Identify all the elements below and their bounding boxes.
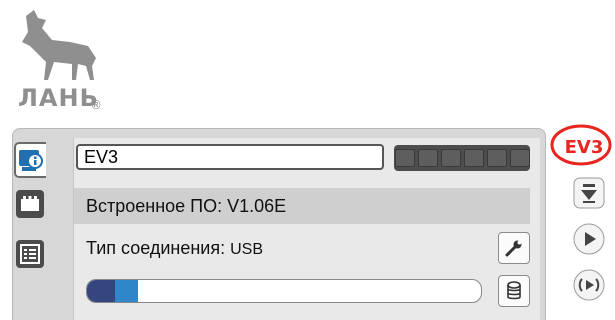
download-button[interactable] [572,176,606,210]
memory-used-fill [87,280,115,302]
wireless-setup-button[interactable] [498,232,530,264]
connection-type: Тип соединения: USB [74,228,530,268]
memory-usage-bar [86,279,482,303]
registered-mark: ® [90,98,102,112]
list-icon [20,244,40,264]
connection-label: Тип соединения: [86,238,226,258]
memory-browser-button[interactable] [498,275,530,307]
memory-used-fill-secondary [115,280,138,302]
logo-text: ЛАНЬ [18,84,99,112]
run-button[interactable] [572,222,606,256]
info-icon [19,150,43,171]
battery-cell [394,149,415,167]
battery-cell [463,149,484,167]
battery-indicator [394,145,530,171]
database-icon [507,281,521,300]
brick-name-input[interactable]: EV3 [76,144,384,170]
tab-brick-info[interactable] [14,142,46,178]
port-view-icon [21,196,39,211]
ev3-connection-label: EV3 [564,136,604,158]
firmware-version: Встроенное ПО: V1.06E [74,188,530,224]
battery-cell [486,149,507,167]
download-icon [573,177,605,209]
deer-icon [22,10,96,80]
battery-cell [509,149,530,167]
battery-cell [417,149,438,167]
tab-brick-files[interactable] [16,240,44,268]
run-selected-icon [573,269,605,301]
run-selected-button[interactable] [572,268,606,302]
publisher-logo: ЛАНЬ ® [8,6,118,116]
tab-port-view[interactable] [16,190,44,218]
battery-cell [440,149,461,167]
wrench-icon [505,240,522,257]
play-icon [573,223,605,255]
connection-value: USB [230,241,264,258]
